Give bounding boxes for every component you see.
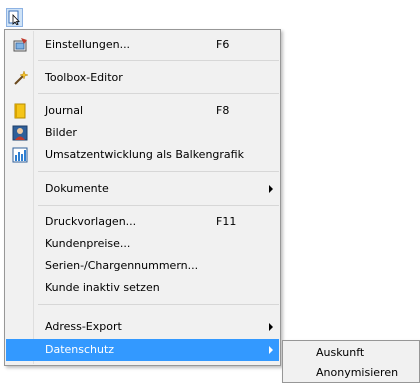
menu-item-label: Journal xyxy=(45,104,84,117)
menu-item-einstellungen[interactable]: Einstellungen... F6 xyxy=(6,34,279,56)
menu-item-dokumente[interactable]: Dokumente xyxy=(6,178,279,200)
submenu-item-label: Auskunft xyxy=(316,346,365,359)
menu-item-kundenpreise[interactable]: Kundenpreise... xyxy=(6,233,279,255)
menu-item-datenschutz[interactable]: Datenschutz xyxy=(6,339,279,361)
menu-item-label: Druckvorlagen... xyxy=(45,215,137,228)
menu-item-toolbox-editor[interactable]: Toolbox-Editor xyxy=(6,67,279,89)
menu-item-seriennummern[interactable]: Serien-/Chargennummern... xyxy=(6,255,279,277)
bar-chart-icon xyxy=(12,147,28,163)
menu-item-label: Serien-/Chargennummern... xyxy=(45,259,199,272)
menu-item-label: Dokumente xyxy=(45,182,109,195)
menu-dropdown-button[interactable] xyxy=(6,8,23,27)
menu-item-journal[interactable]: Journal F8 xyxy=(6,100,279,122)
menu-separator xyxy=(38,304,279,305)
magic-wand-icon xyxy=(12,70,28,86)
submenu-item-anonymisieren[interactable]: Anonymisieren xyxy=(284,363,418,383)
menu-item-shortcut: F11 xyxy=(216,215,237,228)
menu-item-adress-export[interactable]: Adress-Export xyxy=(6,316,279,338)
context-menu: Einstellungen... F6 Toolbox-Editor Journ… xyxy=(4,29,281,366)
menu-item-label: Kundenpreise... xyxy=(45,237,131,250)
menu-item-label: Adress-Export xyxy=(45,320,122,333)
menu-item-bilder[interactable]: Bilder xyxy=(6,122,279,144)
menu-item-umsatzentwicklung[interactable]: Umsatzentwicklung als Balkengrafik xyxy=(6,144,279,166)
menu-item-label: Einstellungen... xyxy=(45,38,131,51)
menu-item-druckvorlagen[interactable]: Druckvorlagen... F11 xyxy=(6,211,279,233)
submenu-arrow-icon xyxy=(269,185,273,193)
journal-icon xyxy=(12,103,28,119)
menu-item-label: Datenschutz xyxy=(45,343,115,356)
menu-item-label: Toolbox-Editor xyxy=(45,71,123,84)
menu-separator xyxy=(38,205,279,206)
menu-separator xyxy=(38,171,279,172)
menu-item-shortcut: F6 xyxy=(216,38,230,51)
settings-icon xyxy=(12,37,28,53)
submenu-arrow-icon xyxy=(269,346,273,354)
menu-item-label: Kunde inaktiv setzen xyxy=(45,281,160,294)
submenu-item-auskunft[interactable]: Auskunft xyxy=(284,343,418,363)
menu-item-label: Bilder xyxy=(45,126,77,139)
menu-separator xyxy=(38,60,279,61)
picture-icon xyxy=(12,125,28,141)
menu-separator xyxy=(38,93,279,94)
menu-cursor-icon xyxy=(8,10,20,25)
datenschutz-submenu: Auskunft Anonymisieren xyxy=(282,340,420,383)
submenu-arrow-icon xyxy=(269,323,273,331)
menu-item-label: Umsatzentwicklung als Balkengrafik xyxy=(45,148,244,161)
menu-item-shortcut: F8 xyxy=(216,104,230,117)
menu-item-kunde-inaktiv[interactable]: Kunde inaktiv setzen xyxy=(6,277,279,299)
submenu-item-label: Anonymisieren xyxy=(316,366,399,379)
